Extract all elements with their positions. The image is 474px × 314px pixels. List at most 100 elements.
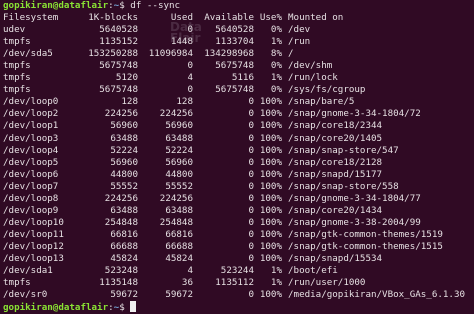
- cell-available: 0: [248, 96, 254, 108]
- cell-filesystem: tmpfs: [3, 36, 31, 48]
- header-mounted-on: Mounted on: [288, 12, 344, 24]
- header-use-pct: Use%: [259, 12, 282, 24]
- cell-blocks: 5675748: [99, 84, 138, 96]
- table-header: Filesystem 1K-blocks Used Available Use%…: [3, 12, 474, 24]
- cell-available: 0: [248, 228, 254, 240]
- cell-available: 523244: [220, 265, 254, 277]
- terminal-window[interactable]: gopikiran@dataflair:~$ df --sync Filesys…: [3, 0, 474, 313]
- header-blocks: 1K-blocks: [88, 12, 138, 24]
- cell-used: 56960: [165, 156, 193, 168]
- cell-available: 0: [248, 289, 254, 301]
- cell-available: 0: [248, 120, 254, 132]
- cell-blocks: 66816: [110, 228, 138, 240]
- cell-blocks: 66688: [110, 240, 138, 252]
- cell-use-pct: 1%: [270, 36, 282, 48]
- cell-blocks: 254848: [104, 216, 138, 228]
- cell-filesystem: /dev/sr0: [3, 289, 48, 301]
- cell-use-pct: 0%: [270, 84, 282, 96]
- cell-blocks: 128: [121, 96, 138, 108]
- header-available: Available: [204, 12, 254, 24]
- cell-blocks: 523248: [104, 265, 138, 277]
- table-row: /dev/sda1 523248 4 523244 1% /boot/efi: [3, 265, 474, 277]
- cell-use-pct: 100%: [259, 216, 282, 228]
- cell-available: 0: [248, 108, 254, 120]
- table-row: /dev/loop12 66688 66688 0 100% /snap/gtk-comm…: [3, 241, 474, 253]
- cell-mounted-on: /snap/core18/2344: [288, 120, 383, 132]
- prompt-sigil: $: [119, 302, 131, 314]
- cell-mounted-on: /run: [288, 36, 311, 48]
- cell-available: 0: [248, 156, 254, 168]
- cell-available: 0: [248, 168, 254, 180]
- cell-use-pct: 0%: [270, 24, 282, 36]
- table-row: tmpfs 5120 4 5116 1% /run/lock: [3, 72, 474, 84]
- cell-used: 254848: [159, 216, 193, 228]
- cell-blocks: 1135148: [99, 277, 138, 289]
- table-row: udev 5640528 0 5640528 0%/dev: [3, 24, 474, 36]
- cell-filesystem: /dev/loop1: [3, 120, 59, 132]
- cell-blocks: 224256: [104, 192, 138, 204]
- table-row: /dev/loop8 224256 224256 0 100% /snap/gnome-3…: [3, 193, 474, 205]
- cell-blocks: 52224: [110, 144, 138, 156]
- cell-used: 45824: [165, 252, 193, 264]
- cell-filesystem: /dev/loop10: [3, 216, 64, 228]
- cell-blocks: 56960: [110, 156, 138, 168]
- cell-blocks: 5640528: [99, 24, 138, 36]
- cell-filesystem: tmpfs: [3, 72, 31, 84]
- cell-used: 4: [187, 265, 193, 277]
- cell-available: 0: [248, 252, 254, 264]
- cell-blocks: 55552: [110, 180, 138, 192]
- cell-filesystem: /dev/loop2: [3, 108, 59, 120]
- table-row: /dev/loop9 63488 63488 0 100% /snap/core20/14…: [3, 205, 474, 217]
- cell-use-pct: 100%: [259, 168, 282, 180]
- cell-filesystem: /dev/loop4: [3, 144, 59, 156]
- cell-blocks: 45824: [110, 252, 138, 264]
- cell-mounted-on: /dev/shm: [288, 60, 333, 72]
- table-row: /dev/loop3 63488 63488 0 100% /snap/core20/14…: [3, 133, 474, 145]
- cell-filesystem: /dev/loop8: [3, 192, 59, 204]
- cell-available: 1135112: [215, 277, 254, 289]
- prompt-sigil: $: [119, 0, 131, 11]
- cell-use-pct: 100%: [259, 204, 282, 216]
- cell-used: 0: [187, 84, 193, 96]
- header-filesystem: Filesystem: [3, 12, 59, 24]
- cell-used: 44800: [165, 168, 193, 180]
- cell-use-pct: 100%: [259, 240, 282, 252]
- table-row: tmpfs 1135148 36 1135112 1% /run/user/1000: [3, 277, 474, 289]
- cell-used: 0: [187, 60, 193, 72]
- cell-filesystem: /dev/loop0: [3, 96, 59, 108]
- cell-use-pct: 100%: [259, 192, 282, 204]
- cell-used: 55552: [165, 180, 193, 192]
- cell-mounted-on: /media/gopikiran/VBox_GAs_6.1.30: [288, 289, 466, 301]
- cell-mounted-on: /snap/gnome-3-34-1804/72: [288, 108, 421, 120]
- cell-use-pct: 1%: [270, 265, 282, 277]
- text-cursor: [130, 301, 136, 313]
- cell-available: 0: [248, 180, 254, 192]
- cell-blocks: 1135152: [99, 36, 138, 48]
- cell-used: 63488: [165, 132, 193, 144]
- cell-mounted-on: /snap/core20/1434: [288, 204, 383, 216]
- cell-mounted-on: /snap/snapd/15177: [288, 168, 383, 180]
- cell-used: 59672: [165, 289, 193, 301]
- cell-blocks: 63488: [110, 204, 138, 216]
- cell-filesystem: /dev/sda5: [3, 48, 53, 60]
- dataflair-watermark-logo: Data Flair: [170, 21, 202, 45]
- cell-use-pct: 100%: [259, 120, 282, 132]
- cell-filesystem: /dev/loop11: [3, 228, 64, 240]
- cell-available: 0: [248, 192, 254, 204]
- cell-used: 11096984: [148, 48, 193, 60]
- cell-filesystem: /dev/sda1: [3, 265, 53, 277]
- cell-available: 0: [248, 240, 254, 252]
- cell-filesystem: /dev/loop7: [3, 180, 59, 192]
- watermark-line: Flair: [170, 31, 201, 45]
- cell-available: 0: [248, 216, 254, 228]
- cell-blocks: 5675748: [99, 60, 138, 72]
- table-row: /dev/loop7 55552 55552 0 100% /snap/snap-stor…: [3, 181, 474, 193]
- cell-mounted-on: /snap/gtk-common-themes/1515: [288, 240, 443, 252]
- table-row: /dev/loop10 254848 254848 0 100% /snap/gnome-…: [3, 217, 474, 229]
- table-row: /dev/loop13 45824 45824 0 100% /snap/snapd/15…: [3, 253, 474, 265]
- table-row: /dev/loop1 56960 56960 0 100% /snap/core18/23…: [3, 120, 474, 132]
- cell-use-pct: 100%: [259, 96, 282, 108]
- cell-filesystem: tmpfs: [3, 60, 31, 72]
- cell-mounted-on: /snap/snap-store/547: [288, 144, 399, 156]
- cell-mounted-on: /run/user/1000: [288, 277, 366, 289]
